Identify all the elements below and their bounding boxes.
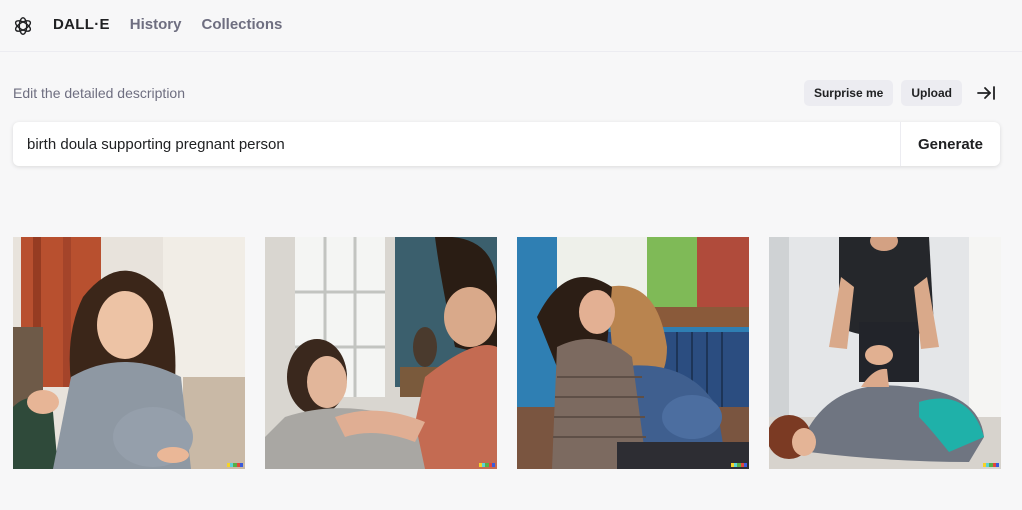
surprise-me-button[interactable]: Surprise me xyxy=(803,80,894,106)
ai-signature-mark xyxy=(983,463,1000,467)
image-4-picture xyxy=(769,237,1001,469)
generated-image-3[interactable] xyxy=(517,237,749,469)
upload-button[interactable]: Upload xyxy=(901,80,962,106)
top-navigation: DALL·E History Collections xyxy=(0,0,1022,52)
image-1-picture xyxy=(13,237,245,469)
main-nav: DALL·E History Collections xyxy=(53,16,282,33)
ai-signature-mark xyxy=(731,463,748,467)
brand-link[interactable]: DALL·E xyxy=(53,16,110,33)
ai-signature-mark xyxy=(479,463,496,467)
generated-image-4[interactable] xyxy=(769,237,1001,469)
prompt-label: Edit the detailed description xyxy=(13,85,185,101)
prompt-actions: Surprise me Upload xyxy=(803,80,1000,106)
openai-logo-icon[interactable] xyxy=(12,15,34,37)
nav-collections-link[interactable]: Collections xyxy=(201,16,282,33)
arrow-right-to-bar-icon xyxy=(977,86,995,100)
nav-history-link[interactable]: History xyxy=(130,16,182,33)
prompt-input[interactable] xyxy=(13,122,900,166)
image-grid xyxy=(13,237,1001,469)
collapse-panel-button[interactable] xyxy=(974,80,1000,106)
generated-image-2[interactable] xyxy=(265,237,497,469)
image-2-picture xyxy=(265,237,497,469)
image-3-picture xyxy=(517,237,749,469)
prompt-box: Generate xyxy=(13,122,1000,166)
generate-button[interactable]: Generate xyxy=(900,122,1000,166)
ai-signature-mark xyxy=(227,463,244,467)
generated-image-1[interactable] xyxy=(13,237,245,469)
